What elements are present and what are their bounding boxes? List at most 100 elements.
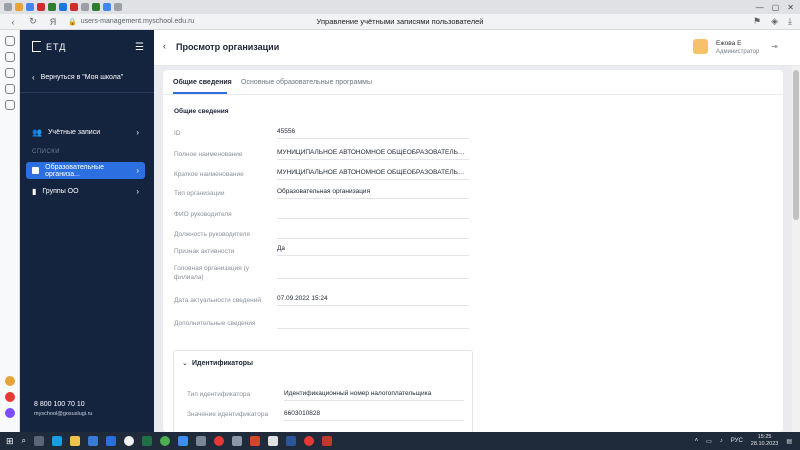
yandex-icon[interactable]: Я xyxy=(48,17,58,27)
sidepanel-icon[interactable] xyxy=(5,376,15,386)
reload-icon[interactable]: ↻ xyxy=(28,16,38,27)
app-sidebar: ЕТД ☰ ‹ Вернуться в "Моя школа" 👥 Учётны… xyxy=(20,30,154,432)
sidepanel-icon[interactable] xyxy=(4,36,15,46)
field-value-extra-info xyxy=(277,317,469,329)
logo-icon xyxy=(32,41,41,52)
chevron-down-icon[interactable]: ⌄ xyxy=(182,359,188,367)
store-icon[interactable] xyxy=(88,436,99,446)
opera-icon[interactable] xyxy=(214,436,225,446)
network-icon[interactable]: ▭ xyxy=(706,438,712,445)
identifiers-panel: ⌄ Идентификаторы Тип идентификатора Иден… xyxy=(173,350,473,432)
app-icon[interactable] xyxy=(268,436,279,446)
minimize-icon[interactable]: — xyxy=(756,3,764,12)
tab-favicon[interactable] xyxy=(103,3,111,11)
bookmark-icon[interactable]: ⚑ xyxy=(753,16,761,27)
sidebar-item-accounts[interactable]: 👥 Учётные записи › xyxy=(26,124,145,141)
support-email[interactable]: myschool@gosuslugi.ru xyxy=(34,411,92,417)
edge-icon[interactable] xyxy=(52,436,63,446)
clock-time: 15:25 xyxy=(757,434,772,440)
back-button[interactable]: ‹ xyxy=(163,41,166,51)
field-label-head-position: Должность руководителя xyxy=(174,231,250,238)
sidepanel-icon[interactable] xyxy=(5,392,15,402)
yandex-browser-icon[interactable] xyxy=(124,436,135,446)
identifier-type-value: Идентификационный номер налогоплательщик… xyxy=(284,390,464,401)
download-icon[interactable]: ⤓ xyxy=(788,16,792,27)
sidebar-item-label: Группы ОО xyxy=(42,188,79,195)
back-to-school-link[interactable]: ‹ Вернуться в "Моя школа" xyxy=(32,73,123,82)
tabs-divider xyxy=(163,94,783,95)
app-icon[interactable] xyxy=(196,436,207,446)
organization-card: Общие сведения Основные образовательные … xyxy=(163,70,783,432)
tab-favicon[interactable] xyxy=(37,3,45,11)
support-phone[interactable]: 8 800 100 70 10 xyxy=(34,401,85,408)
app-header: ‹ Просмотр организации Ежова Е Администр… xyxy=(154,30,800,66)
tab-general[interactable]: Общие сведения xyxy=(173,79,232,86)
alice-icon[interactable] xyxy=(5,408,15,418)
field-value-head-name xyxy=(277,207,469,219)
field-label-active: Признак активности xyxy=(174,248,235,255)
field-value-active: Да xyxy=(277,245,469,256)
browser-page-title: Управление учётными записями пользовател… xyxy=(316,17,484,26)
close-icon[interactable]: ✕ xyxy=(787,3,794,12)
url-text[interactable]: users-management.myschool.edu.ru xyxy=(81,18,195,25)
sidepanel-icon[interactable] xyxy=(4,52,15,62)
maximize-icon[interactable]: ▢ xyxy=(772,3,780,12)
user-name[interactable]: Ежова Е xyxy=(716,40,741,47)
logout-icon[interactable]: ⇥ xyxy=(771,42,778,51)
user-role: Администратор xyxy=(716,49,760,55)
word-icon[interactable] xyxy=(286,436,297,446)
tab-favicon[interactable] xyxy=(59,3,67,11)
browser-side-panel xyxy=(0,30,20,432)
chrome-icon[interactable] xyxy=(160,436,171,446)
clock-date: 28.10.2023 xyxy=(750,441,779,447)
address-bar: ‹ ↻ Я 🔒 users-management.myschool.edu.ru… xyxy=(0,14,800,30)
notifications-icon[interactable]: ▤ xyxy=(786,438,792,445)
tab-favicon[interactable] xyxy=(48,3,56,11)
sidepanel-icon[interactable] xyxy=(4,84,15,94)
yandex-icon[interactable] xyxy=(304,436,315,446)
scroll-thumb[interactable] xyxy=(793,70,799,220)
chat-icon[interactable] xyxy=(178,436,189,446)
app-icon[interactable] xyxy=(322,436,333,446)
protect-icon[interactable]: ◈ xyxy=(771,16,778,27)
url-box[interactable]: 🔒 users-management.myschool.edu.ru xyxy=(68,16,194,28)
browser-tab-strip: — ▢ ✕ xyxy=(0,0,800,14)
identifier-value-value: 6603010828 xyxy=(284,410,464,421)
clock[interactable]: 15:25 28.10.2023 xyxy=(751,434,779,448)
tab-favicon[interactable] xyxy=(92,3,100,11)
tab-programs[interactable]: Основные образовательные программы xyxy=(241,79,372,86)
sidepanel-icon[interactable] xyxy=(4,100,15,110)
page-scrollbar[interactable] xyxy=(792,66,800,432)
tab-favicon[interactable] xyxy=(4,3,12,11)
tab-favicon[interactable] xyxy=(81,3,89,11)
task-view-icon[interactable] xyxy=(34,436,45,446)
start-icon[interactable]: ⊞ xyxy=(6,436,14,447)
field-label-org-type: Тип организации xyxy=(174,190,225,197)
sidebar-item-organizations[interactable]: Образовательные организа... › xyxy=(26,162,145,179)
avatar[interactable] xyxy=(693,39,708,54)
app-icon[interactable] xyxy=(232,436,243,446)
sidebar-item-groups[interactable]: ▮ Группы ОО › xyxy=(26,183,145,200)
excel-icon[interactable] xyxy=(142,436,153,446)
field-label-actual-date: Дата актуальности сведений xyxy=(174,297,261,304)
search-icon[interactable]: ⌕ xyxy=(22,436,26,446)
explorer-icon[interactable] xyxy=(70,436,81,446)
tab-favicon[interactable] xyxy=(26,3,34,11)
powerpoint-icon[interactable] xyxy=(250,436,261,446)
volume-icon[interactable]: ♪ xyxy=(720,438,723,444)
field-value-head-position xyxy=(277,227,469,239)
language-indicator[interactable]: РУС xyxy=(731,438,743,444)
tab-favicon[interactable] xyxy=(15,3,23,11)
sidebar-divider xyxy=(20,92,154,93)
tab-favicon[interactable] xyxy=(70,3,78,11)
identifiers-title[interactable]: Идентификаторы xyxy=(192,360,253,367)
menu-icon[interactable]: ☰ xyxy=(135,42,144,53)
back-arrow-icon[interactable]: ‹ xyxy=(8,17,18,27)
mail-icon[interactable] xyxy=(106,436,117,446)
logo[interactable]: ЕТД xyxy=(32,41,66,52)
field-value-parent-org xyxy=(277,267,469,279)
tab-favicon[interactable] xyxy=(114,3,122,11)
field-label-parent-org: Головная организация (у филиала) xyxy=(174,265,250,281)
tray-arrow-icon[interactable]: ˄ xyxy=(695,438,699,444)
sidepanel-icon[interactable] xyxy=(4,68,15,78)
